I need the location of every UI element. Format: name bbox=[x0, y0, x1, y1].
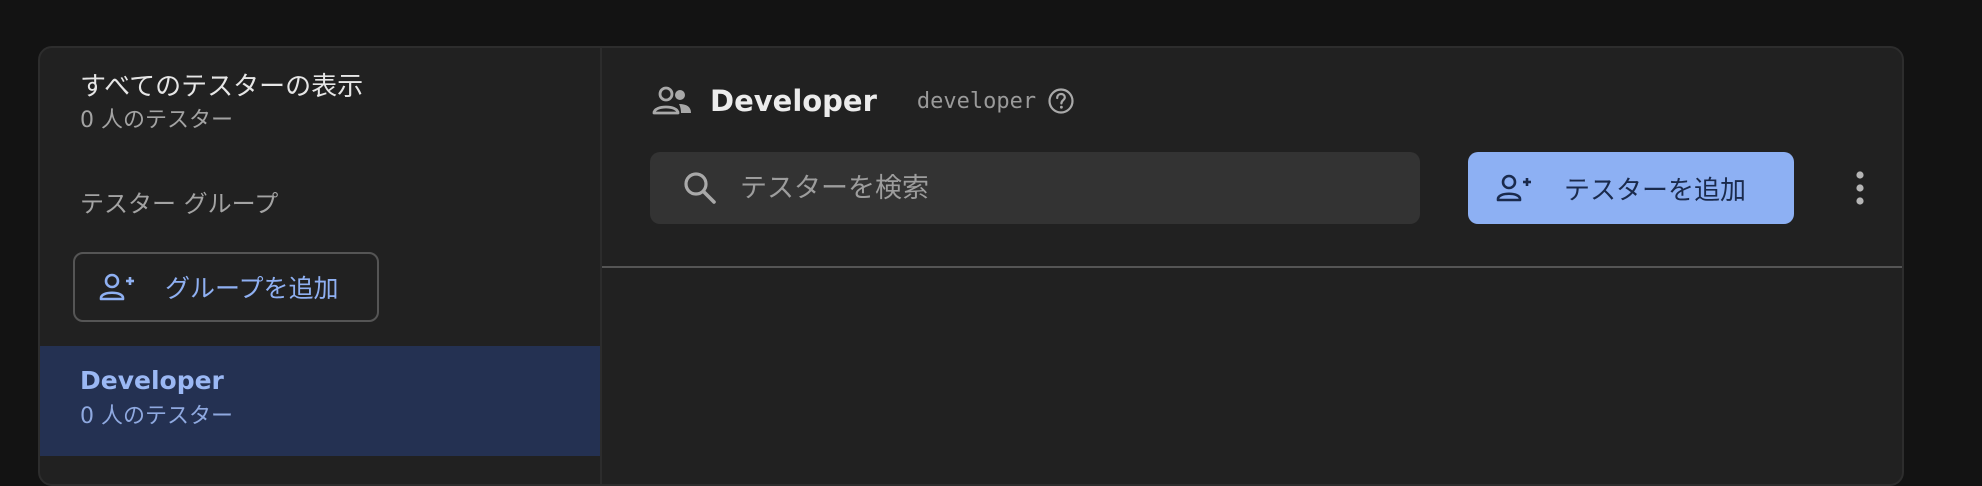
all-testers-item[interactable]: すべてのテスターの表示 0 人のテスター bbox=[80, 70, 363, 136]
tester-groups-card: すべてのテスターの表示 0 人のテスター テスター グループ グループを追加 D… bbox=[38, 46, 1904, 486]
group-alias: developer bbox=[916, 88, 1037, 114]
all-testers-title: すべてのテスターの表示 bbox=[80, 72, 364, 102]
add-group-label: グループを追加 bbox=[165, 274, 339, 303]
search-icon bbox=[678, 166, 722, 210]
add-group-button[interactable]: グループを追加 bbox=[73, 252, 379, 322]
tester-groups-header: テスター グループ bbox=[80, 190, 279, 218]
group-name: Developer bbox=[80, 366, 224, 395]
group-tester-count: 0 人のテスター bbox=[80, 404, 233, 429]
all-testers-count: 0 人のテスター bbox=[80, 108, 233, 133]
help-circle-icon[interactable] bbox=[1046, 86, 1076, 116]
add-tester-label: テスターを追加 bbox=[1564, 175, 1747, 206]
group-icon bbox=[650, 79, 694, 123]
sidebar-item-developer[interactable]: Developer 0 人のテスター bbox=[40, 346, 600, 456]
sidebar: すべてのテスターの表示 0 人のテスター テスター グループ グループを追加 D… bbox=[40, 48, 602, 484]
main-panel: Developer developer テスターを検索 テスターを追加 bbox=[602, 48, 1902, 484]
divider bbox=[602, 266, 1902, 268]
add-tester-button[interactable]: テスターを追加 bbox=[1468, 152, 1794, 224]
person-add-icon bbox=[1492, 167, 1534, 209]
search-box[interactable] bbox=[650, 152, 1420, 224]
page-title: Developer bbox=[710, 84, 877, 118]
group-header: Developer developer bbox=[650, 78, 1076, 124]
person-add-icon bbox=[95, 266, 137, 308]
search-input[interactable] bbox=[738, 171, 1382, 205]
more-vert-icon[interactable] bbox=[1850, 166, 1870, 210]
